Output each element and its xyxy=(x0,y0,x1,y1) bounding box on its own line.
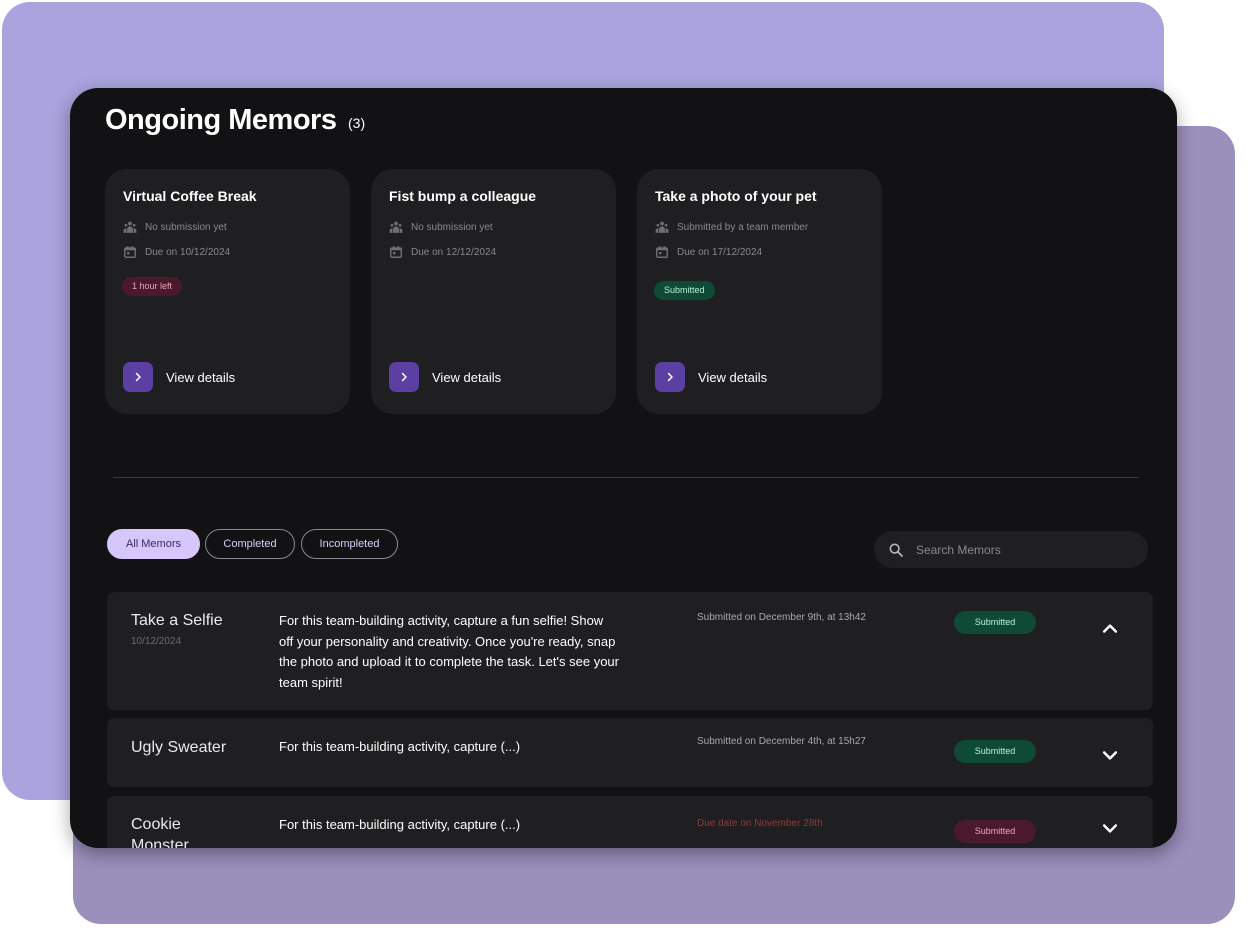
due-text: Due on 10/12/2024 xyxy=(145,246,231,258)
memor-card: Virtual Coffee Break No submission yet D… xyxy=(105,169,350,414)
card-submission-row: No submission yet xyxy=(389,220,493,234)
due-text: Due on 17/12/2024 xyxy=(677,246,763,258)
submission-text: No submission yet xyxy=(145,221,227,233)
view-details-label[interactable]: View details xyxy=(432,370,501,385)
status-badge: Submitted xyxy=(954,820,1036,843)
row-description: For this team-building activity, capture… xyxy=(279,739,521,754)
row-description: For this team-building activity, capture… xyxy=(279,613,619,690)
row-title: Take a Selfie xyxy=(131,612,223,629)
search-icon xyxy=(889,543,903,557)
view-details-label[interactable]: View details xyxy=(166,370,235,385)
team-icon xyxy=(655,221,669,233)
view-details-label[interactable]: View details xyxy=(698,370,767,385)
memor-row[interactable]: Take a Selfie 10/12/2024 For this team-b… xyxy=(107,592,1153,710)
filter-all-memors[interactable]: All Memors xyxy=(107,529,200,559)
card-due-row: Due on 12/12/2024 xyxy=(389,245,496,259)
row-title: Cookie Monster xyxy=(131,816,189,848)
row-date: 10/12/2024 xyxy=(131,636,182,647)
chevron-down-icon[interactable] xyxy=(1100,818,1120,838)
row-due-date: Due date on November 28th xyxy=(697,818,823,829)
card-title: Take a photo of your pet xyxy=(655,188,817,204)
calendar-icon xyxy=(656,246,668,258)
memors-count: (3) xyxy=(348,115,366,131)
page-title: Ongoing Memors xyxy=(105,104,337,136)
search-placeholder[interactable]: Search Memors xyxy=(916,543,1001,557)
calendar-icon xyxy=(390,246,402,258)
calendar-icon xyxy=(124,246,136,258)
row-description: For this team-building activity, capture… xyxy=(279,817,521,832)
card-due-row: Due on 10/12/2024 xyxy=(123,245,230,259)
card-submission-row: No submission yet xyxy=(123,220,227,234)
filter-incompleted[interactable]: Incompleted xyxy=(301,529,398,559)
search-input[interactable]: Search Memors xyxy=(874,531,1148,568)
view-details-link[interactable]: View details xyxy=(389,362,501,392)
team-icon xyxy=(123,221,137,233)
status-badge: Submitted xyxy=(654,281,715,300)
row-submitted: Submitted on December 9th, at 13h42 xyxy=(697,612,866,623)
time-left-badge: 1 hour left xyxy=(122,277,183,296)
section-divider xyxy=(113,477,1139,478)
row-submitted: Submitted on December 4th, at 15h27 xyxy=(697,736,866,747)
card-submission-row: Submitted by a team member xyxy=(655,220,808,234)
chevron-right-icon[interactable] xyxy=(655,362,685,392)
memor-row[interactable]: Ugly Sweater For this team-building acti… xyxy=(107,718,1153,787)
chevron-down-icon[interactable] xyxy=(1100,745,1120,765)
status-badge: Submitted xyxy=(954,611,1036,634)
submission-text: Submitted by a team member xyxy=(677,221,809,233)
filter-completed[interactable]: Completed xyxy=(205,529,295,559)
due-text: Due on 12/12/2024 xyxy=(411,246,497,258)
memor-card: Take a photo of your pet Submitted by a … xyxy=(637,169,882,414)
status-badge: Submitted xyxy=(954,740,1036,763)
team-icon xyxy=(389,221,403,233)
chevron-up-icon[interactable] xyxy=(1100,619,1120,639)
submission-text: No submission yet xyxy=(411,221,493,233)
memor-card: Fist bump a colleague No submission yet … xyxy=(371,169,616,414)
row-title: Ugly Sweater xyxy=(131,739,227,756)
chevron-right-icon[interactable] xyxy=(123,362,153,392)
chevron-right-icon[interactable] xyxy=(389,362,419,392)
card-due-row: Due on 17/12/2024 xyxy=(655,245,762,259)
view-details-link[interactable]: View details xyxy=(123,362,235,392)
card-title: Virtual Coffee Break xyxy=(123,188,257,204)
card-title: Fist bump a colleague xyxy=(389,188,537,204)
memors-panel: Ongoing Memors (3) Virtual Coffee Break … xyxy=(70,88,1177,848)
view-details-link[interactable]: View details xyxy=(655,362,767,392)
memor-row[interactable]: Cookie Monster For this team-building ac… xyxy=(107,796,1153,848)
